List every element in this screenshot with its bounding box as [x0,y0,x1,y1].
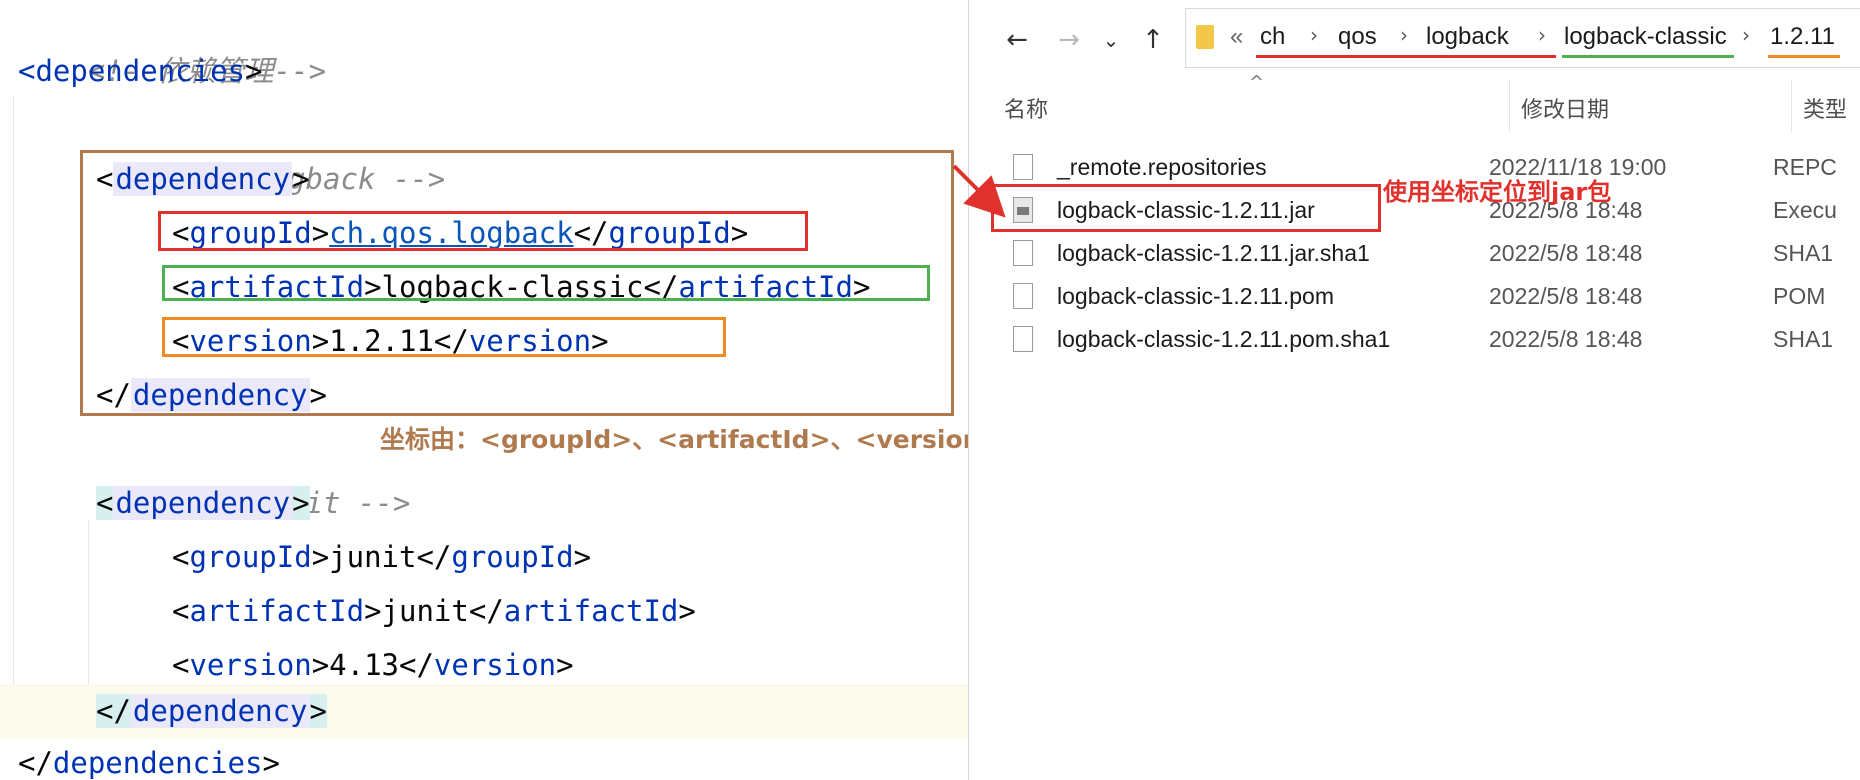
indent-guide [88,520,89,690]
chevron-right-icon: › [1538,23,1546,47]
junit-group-value: junit [329,540,417,574]
file-row[interactable]: logback-classic-1.2.11.pom 2022/5/8 18:4… [1001,276,1860,316]
file-name: _remote.repositories [1057,154,1267,180]
file-type: SHA1 [1773,240,1834,266]
code-editor[interactable]: <!--依赖管理--> <dependencies> <!-- logback … [0,0,968,780]
breadcrumb-logback-classic[interactable]: logback-classic [1564,23,1727,51]
version-highlight-box [162,317,726,357]
breadcrumb-version[interactable]: 1.2.11 [1770,23,1835,51]
file-explorer[interactable]: ← → ⌄ ↑ « ch › qos › logback › logback-c… [968,0,1860,780]
file-date: 2022/5/8 18:48 [1489,326,1643,352]
current-line: </dependency> [0,684,968,738]
code-line-junit-dependency-open: <dependency> [96,486,310,520]
groupid-highlight-box [158,211,808,251]
file-type: SHA1 [1773,326,1834,352]
code-line-dependencies-close: </dependencies> [18,746,280,780]
file-name: logback-classic-1.2.11.pom.sha1 [1057,326,1391,352]
chevron-right-icon: › [1310,23,1318,47]
junit-groupid-close-tag: groupId [451,540,574,574]
dependencies-close-tag: dependencies [52,746,263,780]
column-divider[interactable] [1791,80,1792,132]
forward-icon[interactable]: → [1051,22,1087,58]
file-icon [1013,283,1033,309]
code-line-comment-dep-mgmt: <!--依赖管理--> [18,0,326,88]
file-name: logback-classic-1.2.11.pom [1057,283,1334,309]
back-icon[interactable]: ← [999,22,1035,58]
junit-artifact-value: junit [381,594,469,628]
coordinate-annotation: 坐标由：<groupId>、<artifactId>、<version>三个标签… [380,425,968,454]
locate-jar-annotation: 使用坐标定位到jar包 [1383,178,1612,206]
file-date: 2022/5/8 18:48 [1489,283,1643,309]
chevron-down-icon[interactable]: ⌄ [1099,22,1123,58]
artifactid-highlight-box [162,265,930,301]
dependencies-tag: dependencies [35,54,245,88]
junit-version-tag: version [189,648,312,682]
junit-version-value: 4.13 [329,648,399,682]
file-icon [1013,154,1033,180]
artifactid-underline [1562,55,1734,58]
breadcrumb-logback[interactable]: logback [1426,23,1509,51]
file-row[interactable]: logback-classic-1.2.11.pom.sha1 2022/5/8… [1001,319,1860,359]
column-header-name[interactable]: 名称 [1004,92,1048,124]
column-header-type[interactable]: 类型 [1803,92,1847,124]
breadcrumb-qos[interactable]: qos [1338,23,1377,51]
junit-version-close-tag: version [433,648,557,682]
folder-icon [1196,25,1214,49]
junit-artifactid-tag: artifactId [189,594,365,628]
sort-indicator-icon: ^ [1249,72,1265,93]
groupid-underline [1256,55,1556,58]
file-name: logback-classic-1.2.11.jar.sha1 [1057,240,1370,266]
jar-highlight-box [991,184,1381,232]
address-bar[interactable]: « ch › qos › logback › logback-classic ›… [1185,8,1860,68]
version-underline [1768,55,1840,58]
file-icon [1013,326,1033,352]
file-icon [1013,240,1033,266]
junit-groupid-tag: groupId [189,540,312,574]
column-divider[interactable] [1509,80,1510,132]
indent-guide [13,96,14,696]
column-header-date[interactable]: 修改日期 [1521,92,1609,124]
file-date: 2022/5/8 18:48 [1489,240,1643,266]
code-line-junit-groupid: <groupId>junit</groupId> [172,540,592,574]
chevron-right-icon: › [1400,23,1408,47]
code-line-junit-artifactid: <artifactId>junit</artifactId> [172,594,696,628]
file-type: REPC [1773,154,1837,180]
junit-dependency-tag: dependency [113,486,293,520]
up-icon[interactable]: ↑ [1135,22,1171,58]
code-line-comment-logback: <!-- logback --> [96,98,445,196]
breadcrumb-ch[interactable]: ch [1260,23,1285,51]
file-row[interactable]: logback-classic-1.2.11.jar.sha1 2022/5/8… [1001,233,1860,273]
file-type: POM [1773,283,1826,309]
code-line-dependencies-open: <dependencies> [18,54,263,88]
file-type: Execu [1773,197,1837,223]
junit-dependency-close-tag: dependency [130,694,310,728]
code-line-comment-junit: <!-- junit --> [96,422,410,520]
junit-artifactid-close-tag: artifactId [503,594,679,628]
chevron-right-icon: › [1742,23,1750,47]
breadcrumb-overflow[interactable]: « [1230,23,1243,51]
